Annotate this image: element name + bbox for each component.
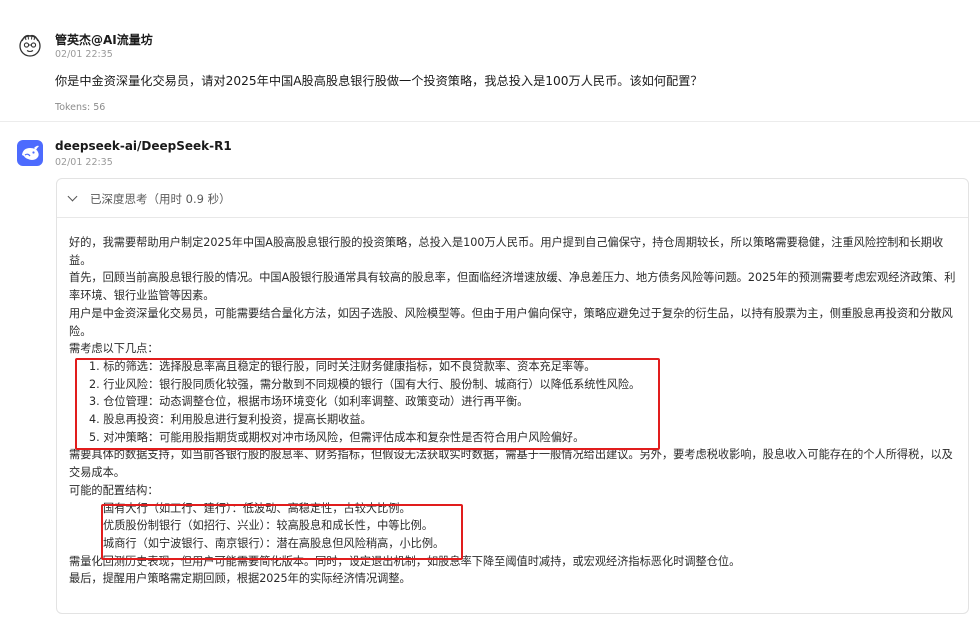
list-item: 城商行（如宁波银行、南京银行）：潜在高股息但风险稍高，小比例。 (103, 536, 445, 550)
message-divider (0, 121, 980, 122)
reasoning-panel: 已深度思考（用时 0.9 秒） 好的，我需要帮助用户制定2025年中国A股高股息… (56, 178, 969, 614)
list-item: 优质股份制银行（如招行、兴业）：较高股息和成长性，中等比例。 (103, 519, 434, 533)
list-item: 2. 行业风险：银行股同质化较强，需分散到不同规模的银行（国有大行、股份制、城商… (89, 377, 641, 391)
list-item: 4. 股息再投资：利用股息进行复利投资，提高长期收益。 (89, 413, 372, 427)
paragraph: 需考虑以下几点： (69, 342, 159, 356)
list-item: 国有大行（如工行、建行）：低波动、高稳定性，占较大比例。 (103, 501, 411, 515)
paragraph: 好的，我需要帮助用户制定2025年中国A股高股息银行股的投资策略，总投入是100… (69, 236, 944, 267)
considerations-list: 1. 标的筛选：选择股息率高且稳定的银行股，同时关注财务健康指标，如不良贷款率、… (89, 358, 959, 447)
bot-name: deepseek-ai/DeepSeek-R1 (55, 139, 232, 153)
paragraph: 需量化回测历史表现，但用户可能需要简化版本。同时，设定退出机制，如股息率下降至阈… (69, 554, 741, 568)
paragraph: 可能的配置结构： (69, 483, 159, 497)
deepseek-whale-icon (22, 145, 39, 160)
allocation-list: 国有大行（如工行、建行）：低波动、高稳定性，占较大比例。 优质股份制银行（如招行… (103, 500, 959, 553)
bot-timestamp: 02/01 22:35 (55, 157, 113, 168)
user-avatar (17, 32, 43, 58)
reasoning-content: 好的，我需要帮助用户制定2025年中国A股高股息银行股的投资策略，总投入是100… (69, 234, 959, 588)
user-message: 你是中金资深量化交易员，请对2025年中国A股高股息银行股做一个投资策略，我总投… (55, 74, 703, 88)
bot-avatar (17, 140, 43, 166)
reasoning-toggle[interactable]: 已深度思考（用时 0.9 秒） (57, 179, 968, 218)
list-item: 3. 仓位管理：动态调整仓位，根据市场环境变化（如利率调整、政策变动）进行再平衡… (89, 395, 529, 409)
user-timestamp: 02/01 22:35 (55, 49, 113, 60)
list-item: 5. 对冲策略：可能用股指期货或期权对冲市场风险，但需评估成本和复杂性是否符合用… (89, 430, 585, 444)
paragraph: 需要具体的数据支持，如当前各银行股的股息率、财务指标，但假设无法获取实时数据，需… (69, 448, 953, 480)
cartoon-face-icon (19, 34, 41, 57)
user-name: 管英杰@AI流量坊 (55, 33, 153, 47)
token-count: Tokens: 56 (55, 102, 106, 113)
paragraph: 用户是中金资深量化交易员，可能需要结合量化方法，如因子选股、风险模型等。但由于用… (69, 306, 953, 338)
paragraph: 最后，提醒用户策略需定期回顾，根据2025年的实际经济情况调整。 (69, 572, 411, 586)
paragraph: 首先，回顾当前高股息银行股的情况。中国A股银行股通常具有较高的股息率，但面临经济… (69, 271, 956, 303)
chevron-down-icon[interactable] (67, 191, 78, 202)
list-item: 1. 标的筛选：选择股息率高且稳定的银行股，同时关注财务健康指标，如不良贷款率、… (89, 359, 596, 373)
reasoning-label[interactable]: 已深度思考（用时 0.9 秒） (90, 191, 231, 207)
